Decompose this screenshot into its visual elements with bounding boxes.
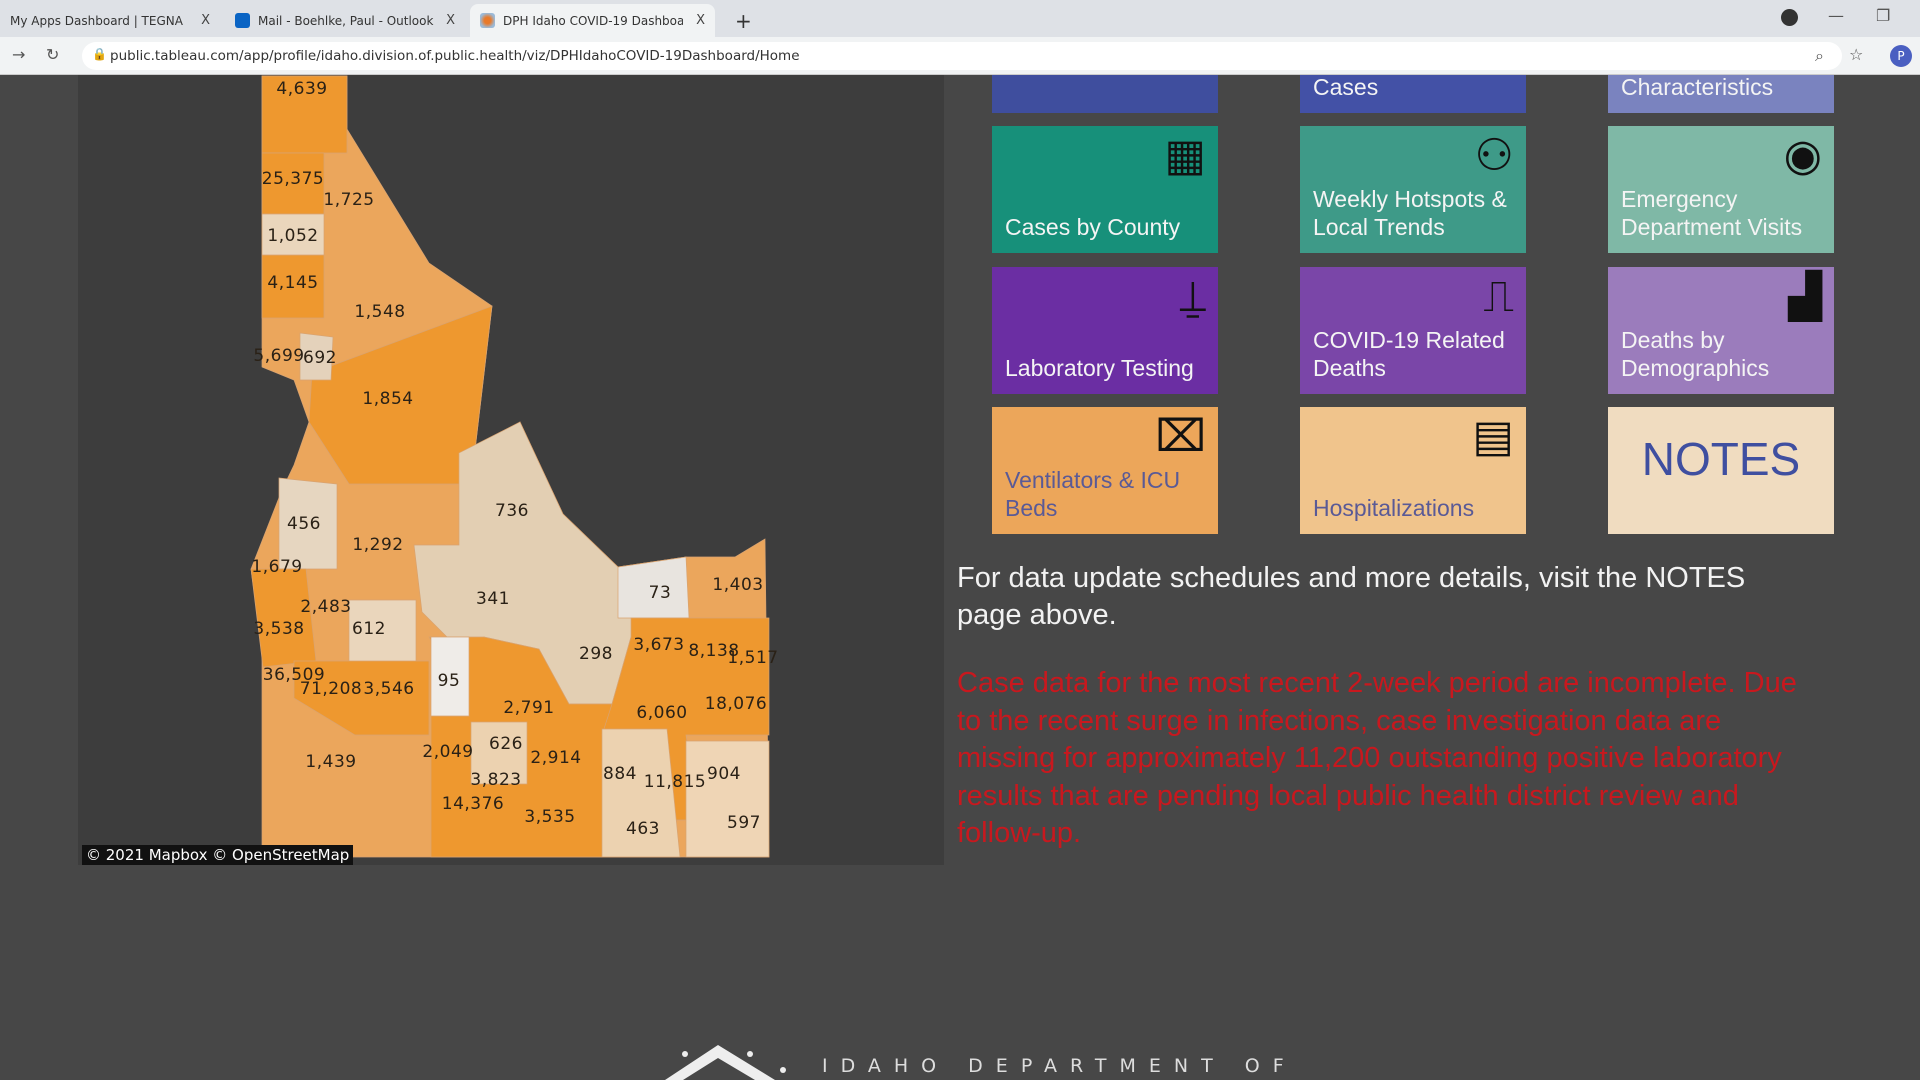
tile-label: Cases: [1313, 75, 1379, 100]
hospital-icon: ▤: [1472, 411, 1514, 462]
tile-label: Ventilators & ICU Beds: [1005, 467, 1181, 521]
nav-tile-emergency-department-visits[interactable]: Emergency Department Visits ◉: [1608, 126, 1834, 253]
county-value-label[interactable]: 298: [579, 644, 613, 664]
tile-label: Hospitalizations: [1313, 495, 1475, 521]
county-value-label[interactable]: 1,854: [362, 389, 413, 409]
map-attribution[interactable]: © 2021 Mapbox © OpenStreetMap: [82, 845, 354, 865]
county-value-label[interactable]: 3,538: [253, 619, 304, 639]
nav-tile-cases[interactable]: Cases: [1300, 75, 1526, 113]
county-value-label[interactable]: 597: [727, 813, 761, 833]
county-value-label[interactable]: 904: [707, 764, 741, 784]
nav-tile-laboratory-testing[interactable]: Laboratory Testing ⍊: [992, 267, 1218, 394]
warning-text: Case data for the most recent 2-week per…: [957, 667, 1797, 849]
county-value-label[interactable]: 463: [626, 819, 660, 839]
tile-label: Characteristics: [1621, 75, 1774, 100]
county-value-label[interactable]: 6,060: [636, 703, 687, 723]
county-value-label[interactable]: 3,535: [524, 807, 575, 827]
doctor-icon: ◉: [1783, 130, 1822, 181]
county-value-label[interactable]: 1,517: [727, 648, 778, 668]
nav-tile-summary[interactable]: [992, 75, 1218, 113]
tile-label: Deaths by Demographics: [1621, 327, 1770, 381]
county-value-label[interactable]: 14,376: [442, 794, 504, 814]
nav-tile-cases-by-county[interactable]: Cases by County ▦: [992, 126, 1218, 253]
county-value-label[interactable]: 736: [495, 501, 529, 521]
county-value-label[interactable]: 5,699: [253, 346, 304, 366]
tile-label: Laboratory Testing: [1005, 355, 1194, 381]
county-value-label[interactable]: 884: [603, 764, 637, 784]
tile-label: COVID-19 Related Deaths: [1313, 327, 1505, 381]
tile-label: Emergency Department Visits: [1621, 186, 1803, 240]
nav-tile-characteristics[interactable]: Characteristics: [1608, 75, 1834, 113]
nav-tile-covid-19-related-deaths[interactable]: COVID-19 Related Deaths ⎍: [1300, 267, 1526, 394]
tile-label: NOTES: [1641, 433, 1801, 485]
county-value-label[interactable]: 2,049: [422, 742, 473, 762]
county-value-label[interactable]: 1,439: [305, 752, 356, 772]
county-map[interactable]: 4,639 25,375 1,725 1,052 4,145 1,548 5,699 692 1…: [78, 75, 944, 865]
county-shape[interactable]: [250, 568, 317, 668]
tile-label: Weekly Hotspots & Local Trends: [1313, 186, 1507, 240]
county-value-label[interactable]: 1,052: [267, 226, 318, 246]
county-value-label[interactable]: 1,292: [352, 535, 403, 555]
county-value-label[interactable]: 11,815: [644, 772, 706, 792]
nav-tile-deaths-by-demographics[interactable]: Deaths by Demographics ▟: [1608, 267, 1834, 394]
network-icon: ⚇: [1474, 130, 1514, 181]
county-value-label[interactable]: 692: [303, 348, 337, 368]
nav-tile-hospitalizations[interactable]: Hospitalizations ▤: [1300, 407, 1526, 534]
county-value-label[interactable]: 3,546: [363, 679, 414, 699]
map-pin-icon: ▦: [1164, 130, 1206, 181]
county-value-label[interactable]: 626: [489, 734, 523, 754]
county-value-label[interactable]: 612: [352, 619, 386, 639]
stretcher-icon: ⌧: [1155, 411, 1206, 462]
test-tube-icon: ⍊: [1179, 271, 1206, 322]
county-value-label[interactable]: 95: [438, 671, 461, 691]
county-value-label[interactable]: 341: [476, 589, 510, 609]
county-value-label[interactable]: 1,548: [354, 302, 405, 322]
tile-label: Cases by County: [1005, 214, 1181, 240]
heartbeat-monitor-icon: ⎍: [1483, 271, 1514, 322]
county-value-label[interactable]: 1,679: [251, 557, 302, 577]
county-value-label[interactable]: 73: [649, 583, 672, 603]
county-shape[interactable]: [685, 740, 770, 858]
county-value-label[interactable]: 4,639: [276, 79, 327, 99]
county-value-label[interactable]: 3,823: [470, 770, 521, 790]
county-value-label[interactable]: 18,076: [705, 694, 767, 714]
bar-chart-icon: ▟: [1788, 271, 1822, 322]
county-value-label[interactable]: 1,403: [712, 575, 763, 595]
county-value-label[interactable]: 2,791: [503, 698, 554, 718]
county-value-label[interactable]: 25,375: [262, 169, 324, 189]
county-value-label[interactable]: 71,208: [300, 679, 362, 699]
footer-agency-name: IDAHO DEPARTMENT OF: [822, 1055, 1297, 1077]
nav-tile-notes[interactable]: NOTES: [1608, 407, 1834, 534]
idaho-dhw-logo: [665, 1045, 786, 1080]
county-value-label[interactable]: 2,914: [530, 748, 581, 768]
county-value-label[interactable]: 4,145: [267, 273, 318, 293]
nav-tile-weekly-hotspots-local-trends[interactable]: Weekly Hotspots & Local Trends ⚇: [1300, 126, 1526, 253]
nav-tile-ventilators-icu-beds[interactable]: Ventilators & ICU Beds ⌧: [992, 407, 1218, 534]
info-text: For data update schedules and more detai…: [957, 562, 1746, 631]
county-value-label[interactable]: 456: [287, 514, 321, 534]
county-value-label[interactable]: 2,483: [300, 597, 351, 617]
county-value-label[interactable]: 3,673: [633, 635, 684, 655]
county-value-label[interactable]: 1,725: [323, 190, 374, 210]
